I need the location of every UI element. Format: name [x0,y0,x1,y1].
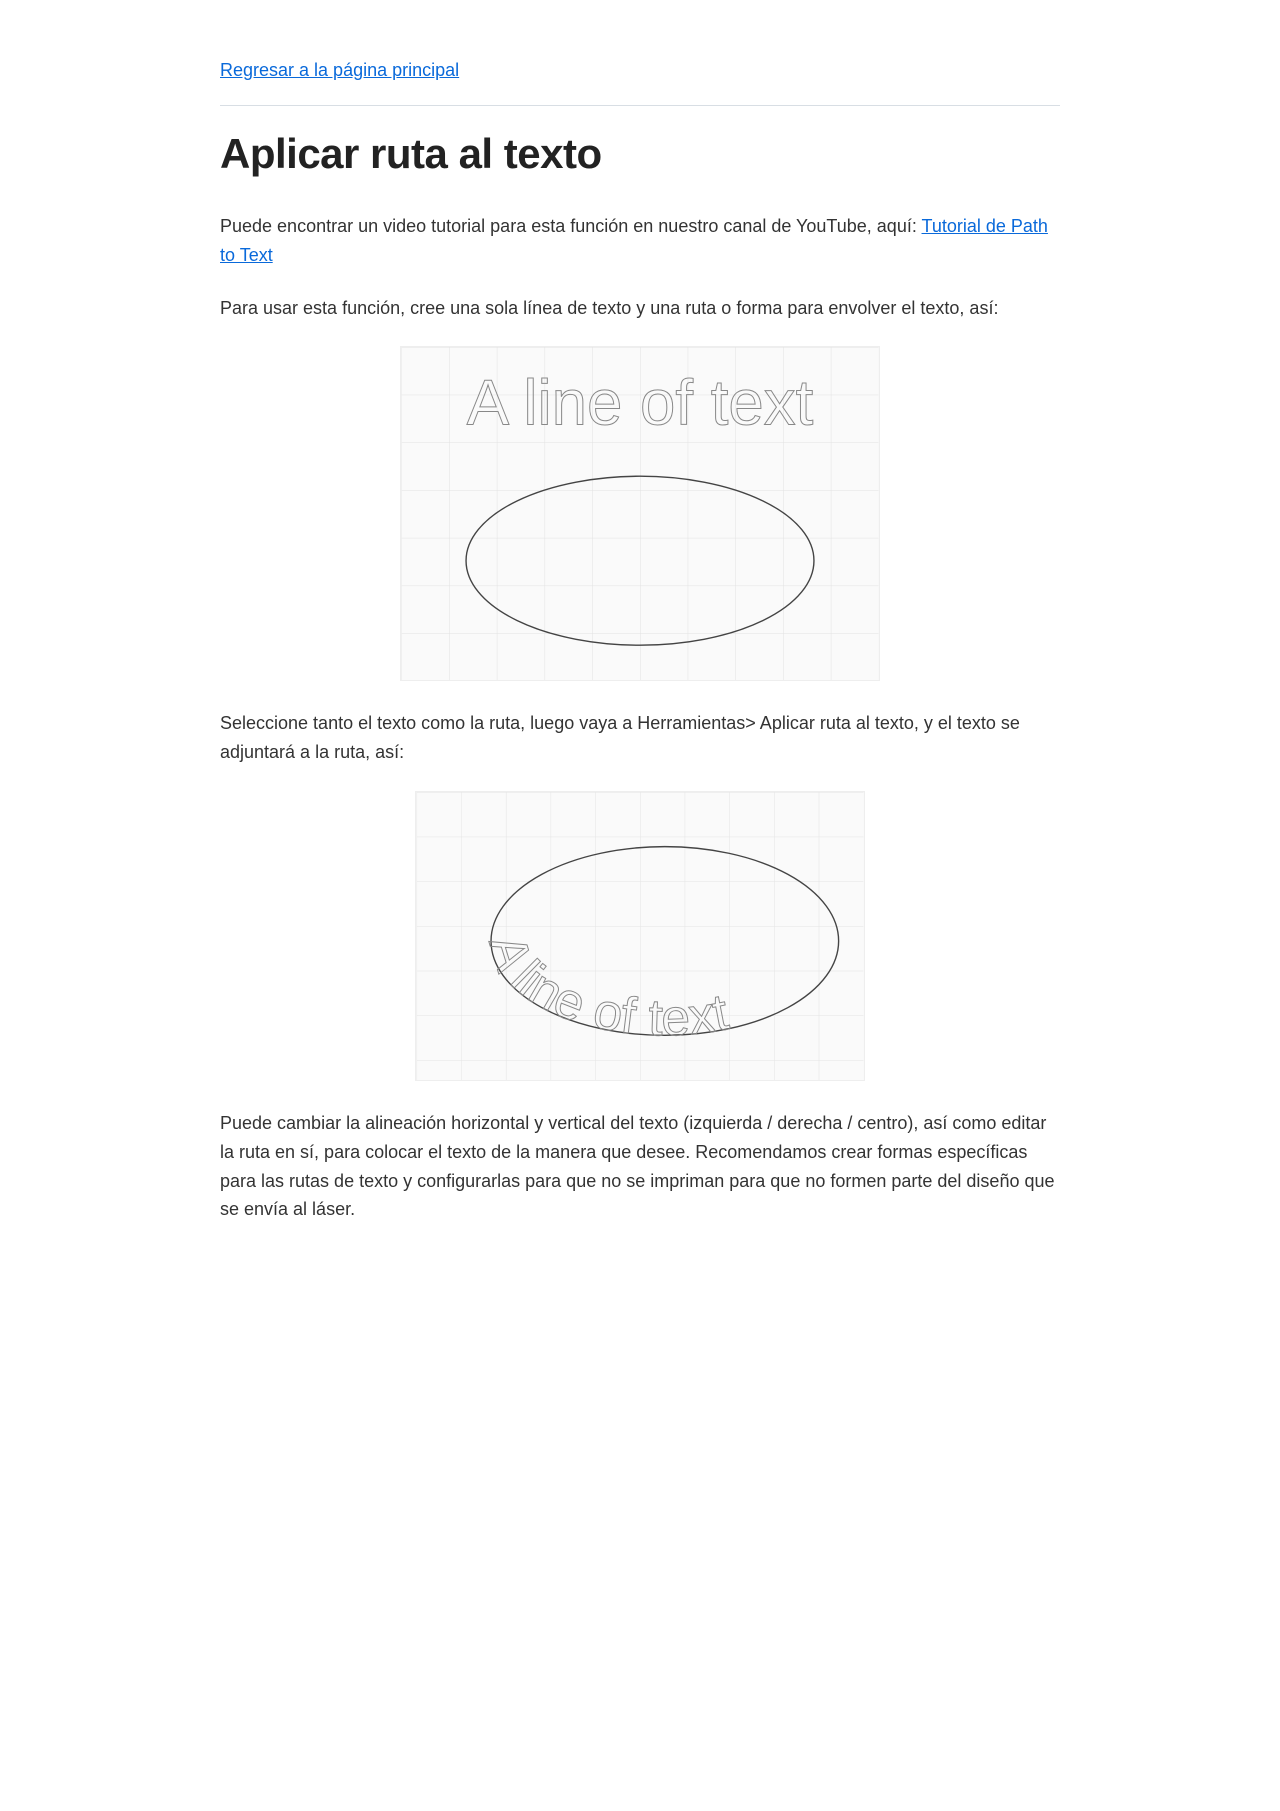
illustration-text-and-ellipse: A line of text [400,346,880,681]
figure-2: A line of text [220,791,1060,1081]
page-title: Aplicar ruta al texto [220,130,1060,178]
intro-paragraph: Puede encontrar un video tutorial para e… [220,212,1060,270]
divider [220,105,1060,106]
outline-text-sample: A line of text [467,368,814,439]
instruction-paragraph-1: Para usar esta función, cree una sola lí… [220,294,1060,323]
instruction-paragraph-2: Seleccione tanto el texto como la ruta, … [220,709,1060,767]
back-link[interactable]: Regresar a la página principal [220,60,459,81]
document-container: Regresar a la página principal Aplicar r… [200,0,1080,1288]
illustration-text-on-path: A line of text [415,791,865,1081]
instruction-paragraph-3: Puede cambiar la alineación horizontal y… [220,1109,1060,1224]
figure-1: A line of text [220,346,1060,681]
intro-text: Puede encontrar un video tutorial para e… [220,216,922,236]
